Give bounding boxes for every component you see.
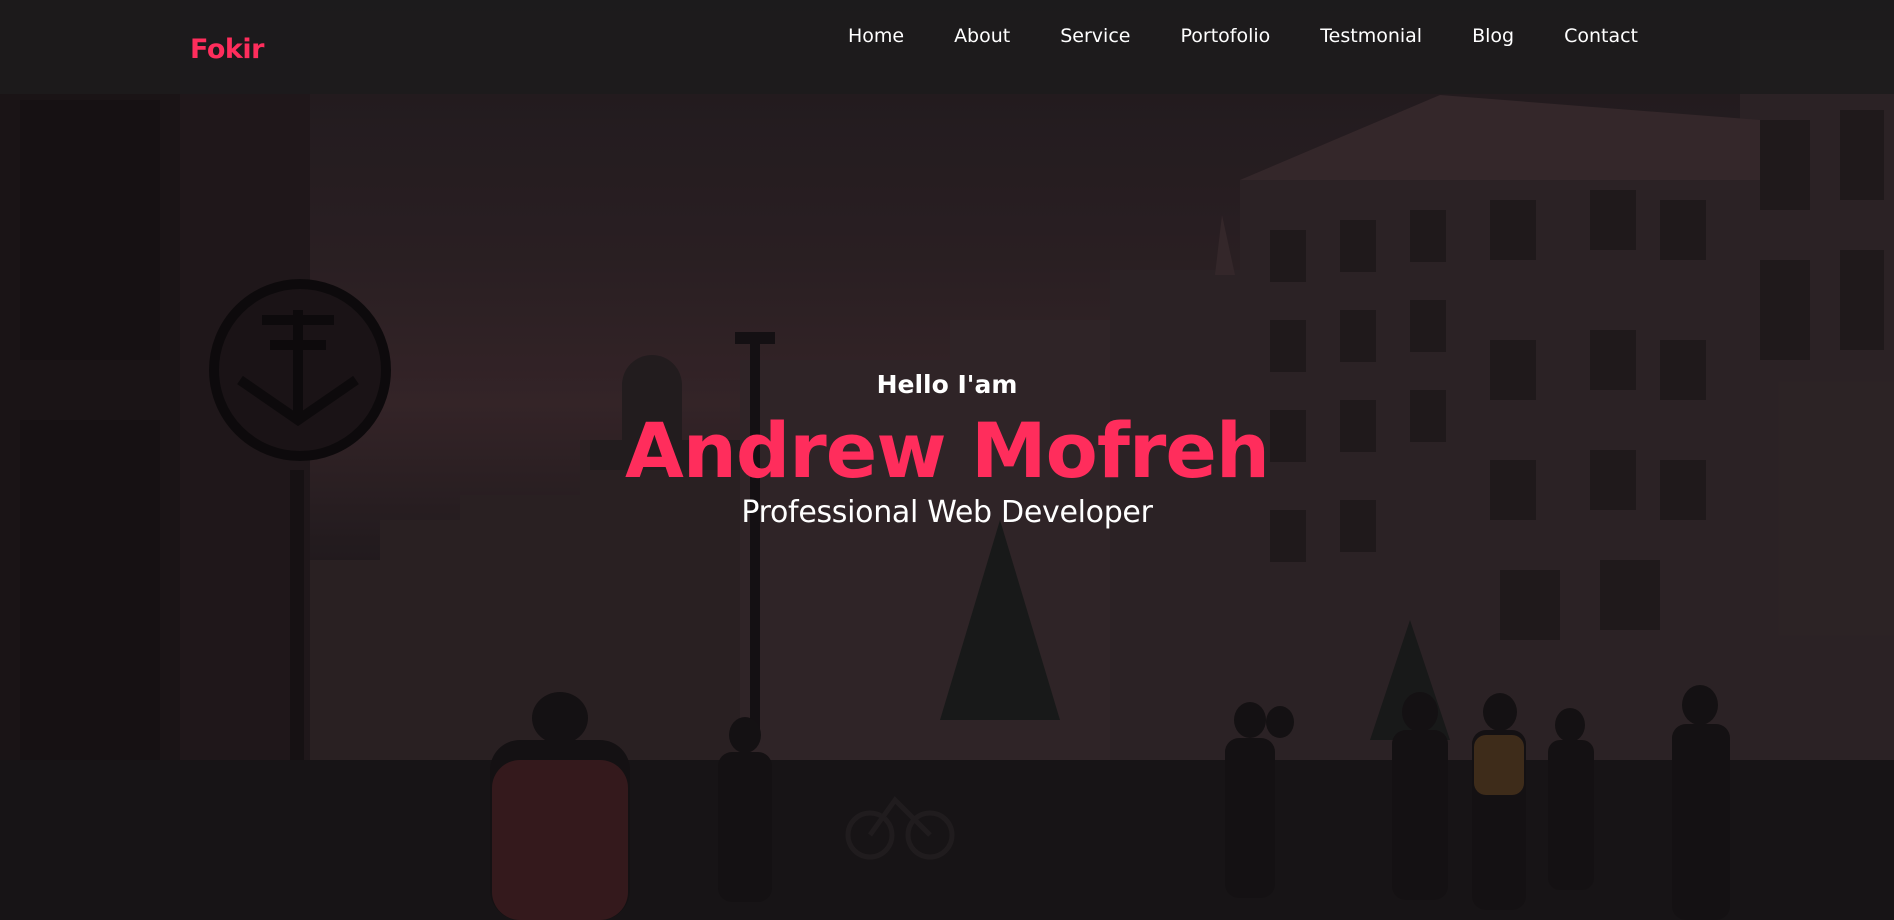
main-nav: Home About Service Portofolio Testmonial…	[798, 23, 1638, 49]
nav-link-service[interactable]: Service	[1060, 25, 1130, 47]
nav-item-home: Home	[848, 23, 904, 49]
top-navbar: Fokir Home About Service Portofolio Test…	[0, 0, 1894, 94]
nav-link-testimonial[interactable]: Testmonial	[1320, 25, 1422, 47]
nav-item-blog: Blog	[1472, 23, 1514, 49]
nav-link-blog[interactable]: Blog	[1472, 25, 1514, 47]
nav-link-portfolio[interactable]: Portofolio	[1180, 25, 1270, 47]
nav-link-contact[interactable]: Contact	[1564, 25, 1638, 47]
site-logo[interactable]: Fokir	[190, 34, 264, 65]
hero-role: Professional Web Developer	[741, 495, 1153, 530]
nav-item-service: Service	[1060, 23, 1130, 49]
nav-link-about[interactable]: About	[954, 25, 1010, 47]
nav-item-contact: Contact	[1564, 23, 1638, 49]
nav-item-portfolio: Portofolio	[1180, 23, 1270, 49]
nav-item-about: About	[954, 23, 1010, 49]
hero-name: Andrew Mofreh	[624, 406, 1270, 495]
hero-greeting: Hello I'am	[876, 370, 1018, 399]
hero-intro: Hello I'am Andrew Mofreh Professional We…	[0, 368, 1894, 532]
nav-item-testimonial: Testmonial	[1320, 23, 1422, 49]
nav-link-home[interactable]: Home	[848, 25, 904, 47]
